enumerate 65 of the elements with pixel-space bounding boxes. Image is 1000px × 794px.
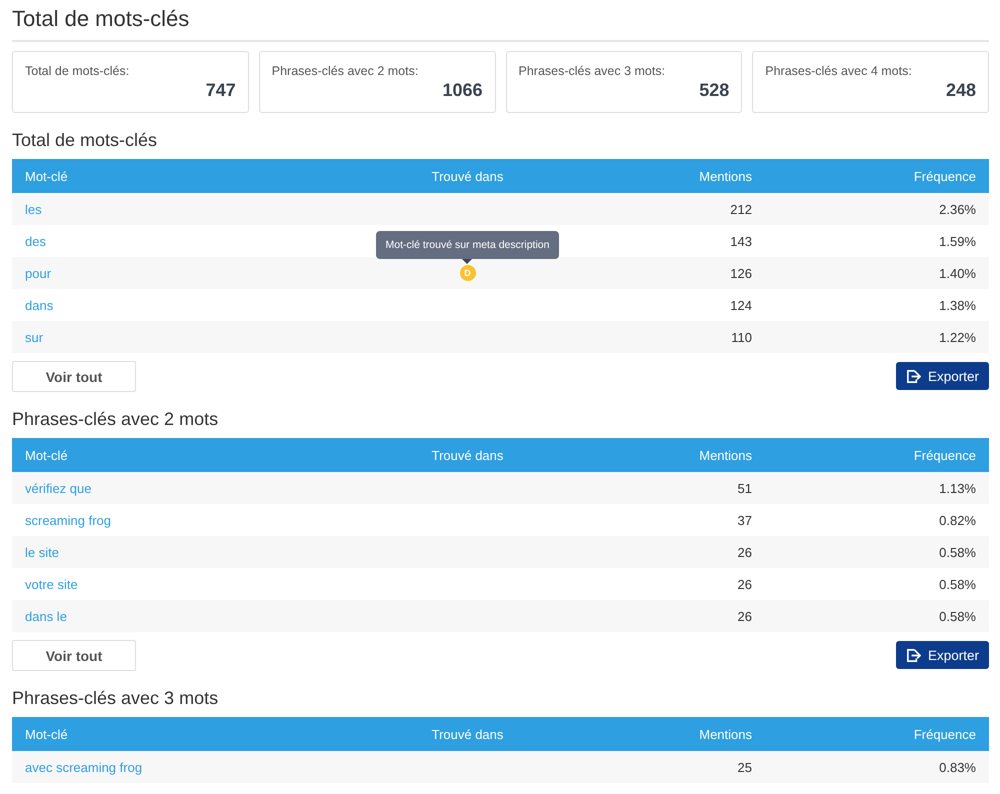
column-header: Fréquence: [912, 168, 977, 184]
column-header: Mot-clé: [24, 168, 69, 184]
mentions-cell-text: 37: [736, 512, 753, 528]
section-title: Phrases-clés avec 3 mots: [12, 688, 218, 709]
stat-value: 248: [946, 80, 976, 100]
view-all-button[interactable]: Voir tout: [12, 361, 136, 392]
stat-value: 1066: [442, 80, 482, 100]
frequency-cell-text: 0.82%: [938, 512, 977, 528]
section-title: Phrases-clés avec 2 mots: [12, 409, 218, 430]
keyword-link[interactable]: pour: [12, 266, 64, 280]
section-title: Total de mots-clés: [12, 130, 158, 151]
frequency-cell-text: 0.58%: [938, 608, 977, 624]
keyword-link[interactable]: sur: [12, 330, 56, 344]
keyword-link[interactable]: des: [12, 234, 59, 248]
export-icon: [906, 648, 921, 662]
view-all-button[interactable]: Voir tout: [12, 640, 136, 671]
stat-label: Phrases-clés avec 4 mots:: [765, 64, 912, 78]
keyword-link[interactable]: votre site: [12, 576, 91, 592]
keyword-link[interactable]: avec screaming frog: [12, 760, 156, 774]
stat-value: 747: [206, 80, 236, 100]
column-header: Fréquence: [912, 448, 977, 462]
frequency-cell-text: 1.40%: [938, 266, 977, 280]
mentions-cell-text: 51: [736, 480, 753, 496]
mentions-cell-text: 25: [736, 760, 753, 774]
column-header: Mentions: [698, 448, 753, 462]
keyword-link[interactable]: screaming frog: [12, 512, 124, 528]
keyword-link[interactable]: le site: [12, 544, 72, 560]
column-header: Mentions: [698, 726, 753, 742]
export-button[interactable]: Exporter: [896, 362, 989, 390]
mentions-cell-text: 124: [729, 298, 753, 312]
column-header: Trouvé dans: [430, 448, 504, 462]
mentions-cell-text: 26: [736, 608, 753, 624]
keyword-link[interactable]: les: [12, 202, 55, 216]
export-icon: [906, 368, 921, 384]
frequency-cell-text: 1.59%: [938, 234, 977, 248]
stat-value: 528: [699, 80, 730, 100]
stat-label: Phrases-clés avec 2 mots:: [272, 64, 418, 78]
column-header: Mentions: [698, 168, 753, 184]
frequency-cell-text: 0.83%: [938, 760, 977, 774]
tooltip: Mot-clé trouvé sur meta description: [376, 231, 560, 264]
found-badge[interactable]: D: [460, 265, 476, 281]
page-title: Total de mots-clés: [12, 4, 989, 42]
frequency-cell-text: 1.13%: [938, 480, 977, 496]
column-header: Trouvé dans: [430, 168, 504, 184]
mentions-cell-text: 126: [729, 266, 753, 280]
frequency-cell-text: 1.38%: [938, 298, 977, 312]
column-header: Mot-clé: [24, 448, 69, 462]
mentions-cell-text: 110: [730, 330, 753, 344]
column-header: Trouvé dans: [430, 726, 504, 742]
column-header: Fréquence: [912, 726, 977, 742]
mentions-cell-text: 212: [729, 202, 753, 216]
keyword-link[interactable]: dans: [12, 298, 66, 312]
stat-label: Phrases-clés avec 3 mots:: [518, 64, 666, 78]
mentions-cell-text: 26: [736, 544, 753, 560]
keyword-link[interactable]: vérifiez que: [12, 480, 104, 496]
frequency-cell-text: 2.36%: [938, 202, 977, 216]
frequency-cell-text: 1.22%: [938, 330, 977, 344]
mentions-cell-text: 26: [736, 576, 753, 592]
frequency-cell-text: 0.58%: [938, 576, 977, 592]
frequency-cell-text: 0.58%: [938, 544, 977, 560]
mentions-cell-text: 143: [729, 234, 753, 248]
stat-label: Total de mots-clés:: [25, 64, 130, 78]
column-header: Mot-clé: [24, 726, 69, 742]
export-button[interactable]: Exporter: [896, 641, 989, 669]
keyword-link[interactable]: dans le: [12, 608, 80, 624]
